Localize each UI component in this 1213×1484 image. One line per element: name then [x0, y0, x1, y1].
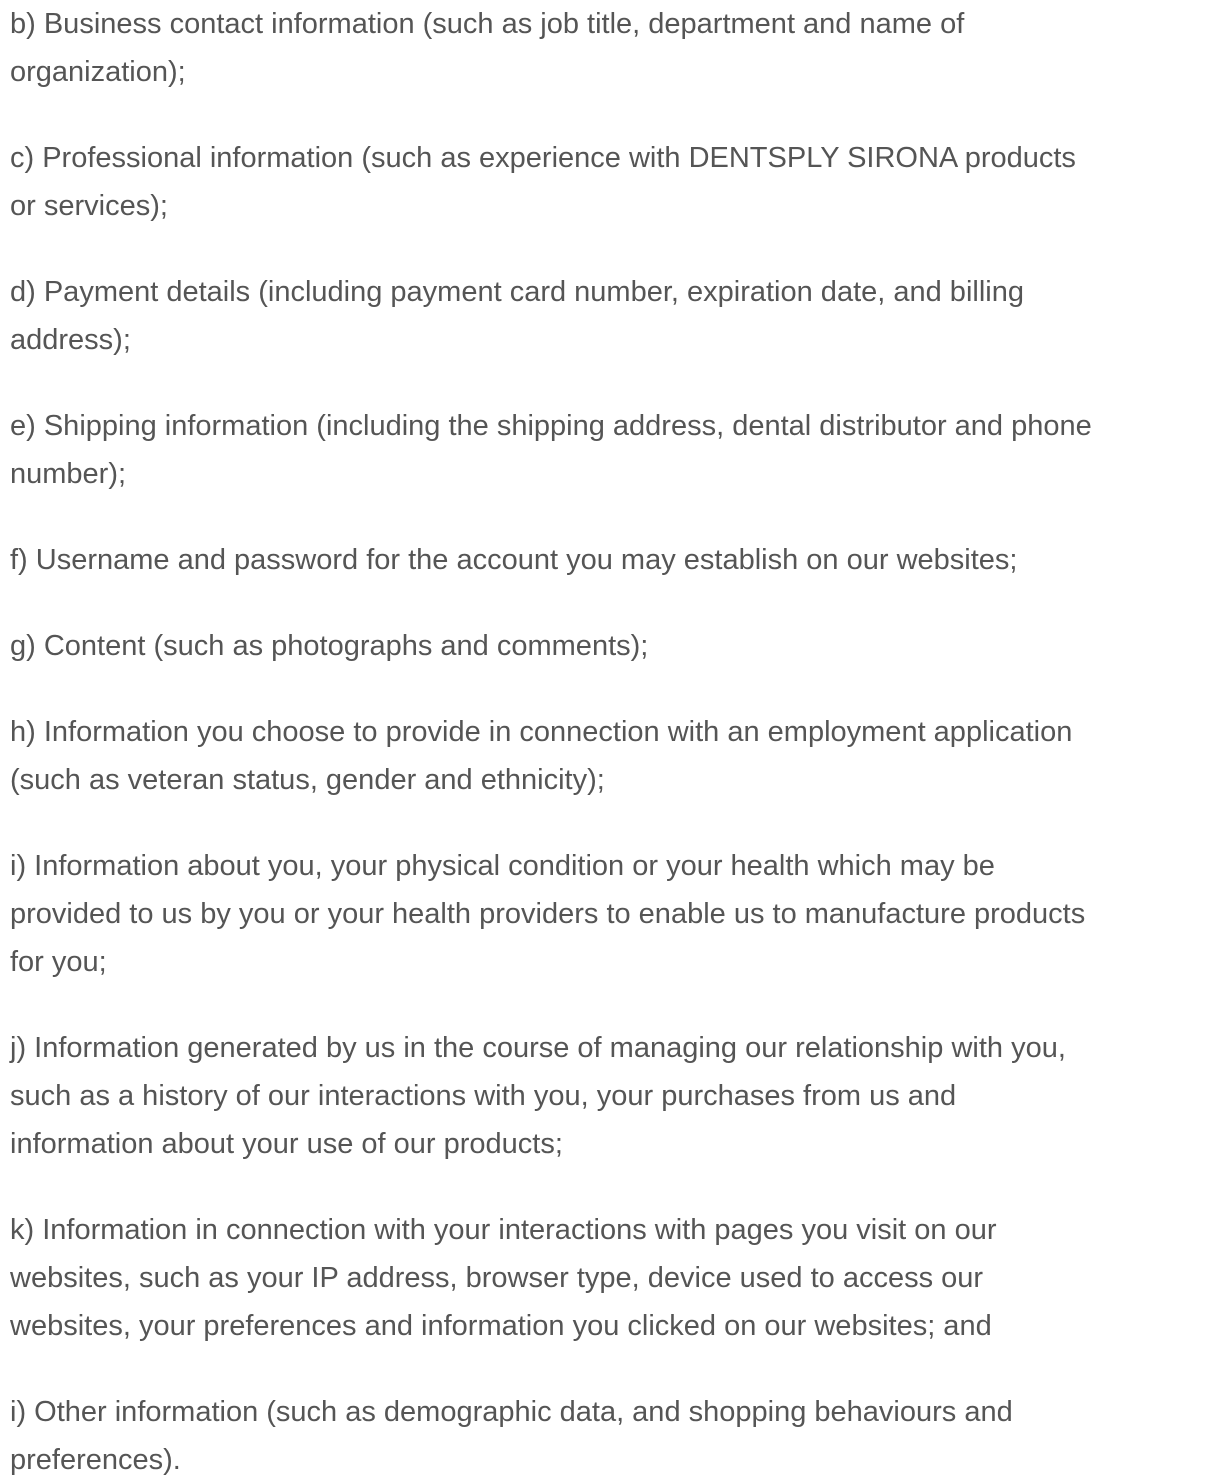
list-item-f: f) Username and password for the account…: [10, 536, 1210, 584]
list-item-line: for you;: [10, 946, 107, 978]
list-item-line: g) Content (such as photographs and comm…: [10, 630, 649, 662]
list-item-line: i) Other information (such as demographi…: [10, 1396, 1013, 1428]
list-item-g: g) Content (such as photographs and comm…: [10, 622, 1210, 670]
list-item-h: h) Information you choose to provide in …: [10, 708, 1210, 804]
list-item-line: or services);: [10, 190, 168, 222]
list-item-line: websites, such as your IP address, brows…: [10, 1262, 984, 1294]
list-item-k: k) Information in connection with your i…: [10, 1206, 1210, 1350]
list-item-line: f) Username and password for the account…: [10, 544, 1018, 576]
list-item-line: (such as veteran status, gender and ethn…: [10, 764, 605, 796]
list-item-other: i) Other information (such as demographi…: [10, 1388, 1210, 1484]
list-item-d: d) Payment details (including payment ca…: [10, 268, 1210, 364]
list-item-line: such as a history of our interactions wi…: [10, 1080, 957, 1112]
list-item-line: address);: [10, 324, 131, 356]
list-item-line: websites, your preferences and informati…: [10, 1310, 992, 1342]
list-item-c: c) Professional information (such as exp…: [10, 134, 1210, 230]
list-item-b: b) Business contact information (such as…: [10, 0, 1210, 96]
list-item-line: preferences).: [10, 1444, 181, 1476]
list-item-line: d) Payment details (including payment ca…: [10, 276, 1024, 308]
list-item-e: e) Shipping information (including the s…: [10, 402, 1210, 498]
list-item-line: e) Shipping information (including the s…: [10, 410, 1092, 442]
list-item-line: b) Business contact information (such as…: [10, 8, 965, 40]
list-item-line: k) Information in connection with your i…: [10, 1214, 997, 1246]
list-item-line: organization);: [10, 56, 186, 88]
list-item-line: provided to us by you or your health pro…: [10, 898, 1086, 930]
list-item-line: j) Information generated by us in the co…: [10, 1032, 1066, 1064]
list-item-line: information about your use of our produc…: [10, 1128, 563, 1160]
document-body: b) Business contact information (such as…: [10, 0, 1210, 1484]
list-item-line: i) Information about you, your physical …: [10, 850, 995, 882]
list-item-j: j) Information generated by us in the co…: [10, 1024, 1210, 1168]
list-item-line: c) Professional information (such as exp…: [10, 142, 1076, 174]
list-item-i: i) Information about you, your physical …: [10, 842, 1210, 986]
list-item-line: h) Information you choose to provide in …: [10, 716, 1073, 748]
list-item-line: number);: [10, 458, 127, 490]
